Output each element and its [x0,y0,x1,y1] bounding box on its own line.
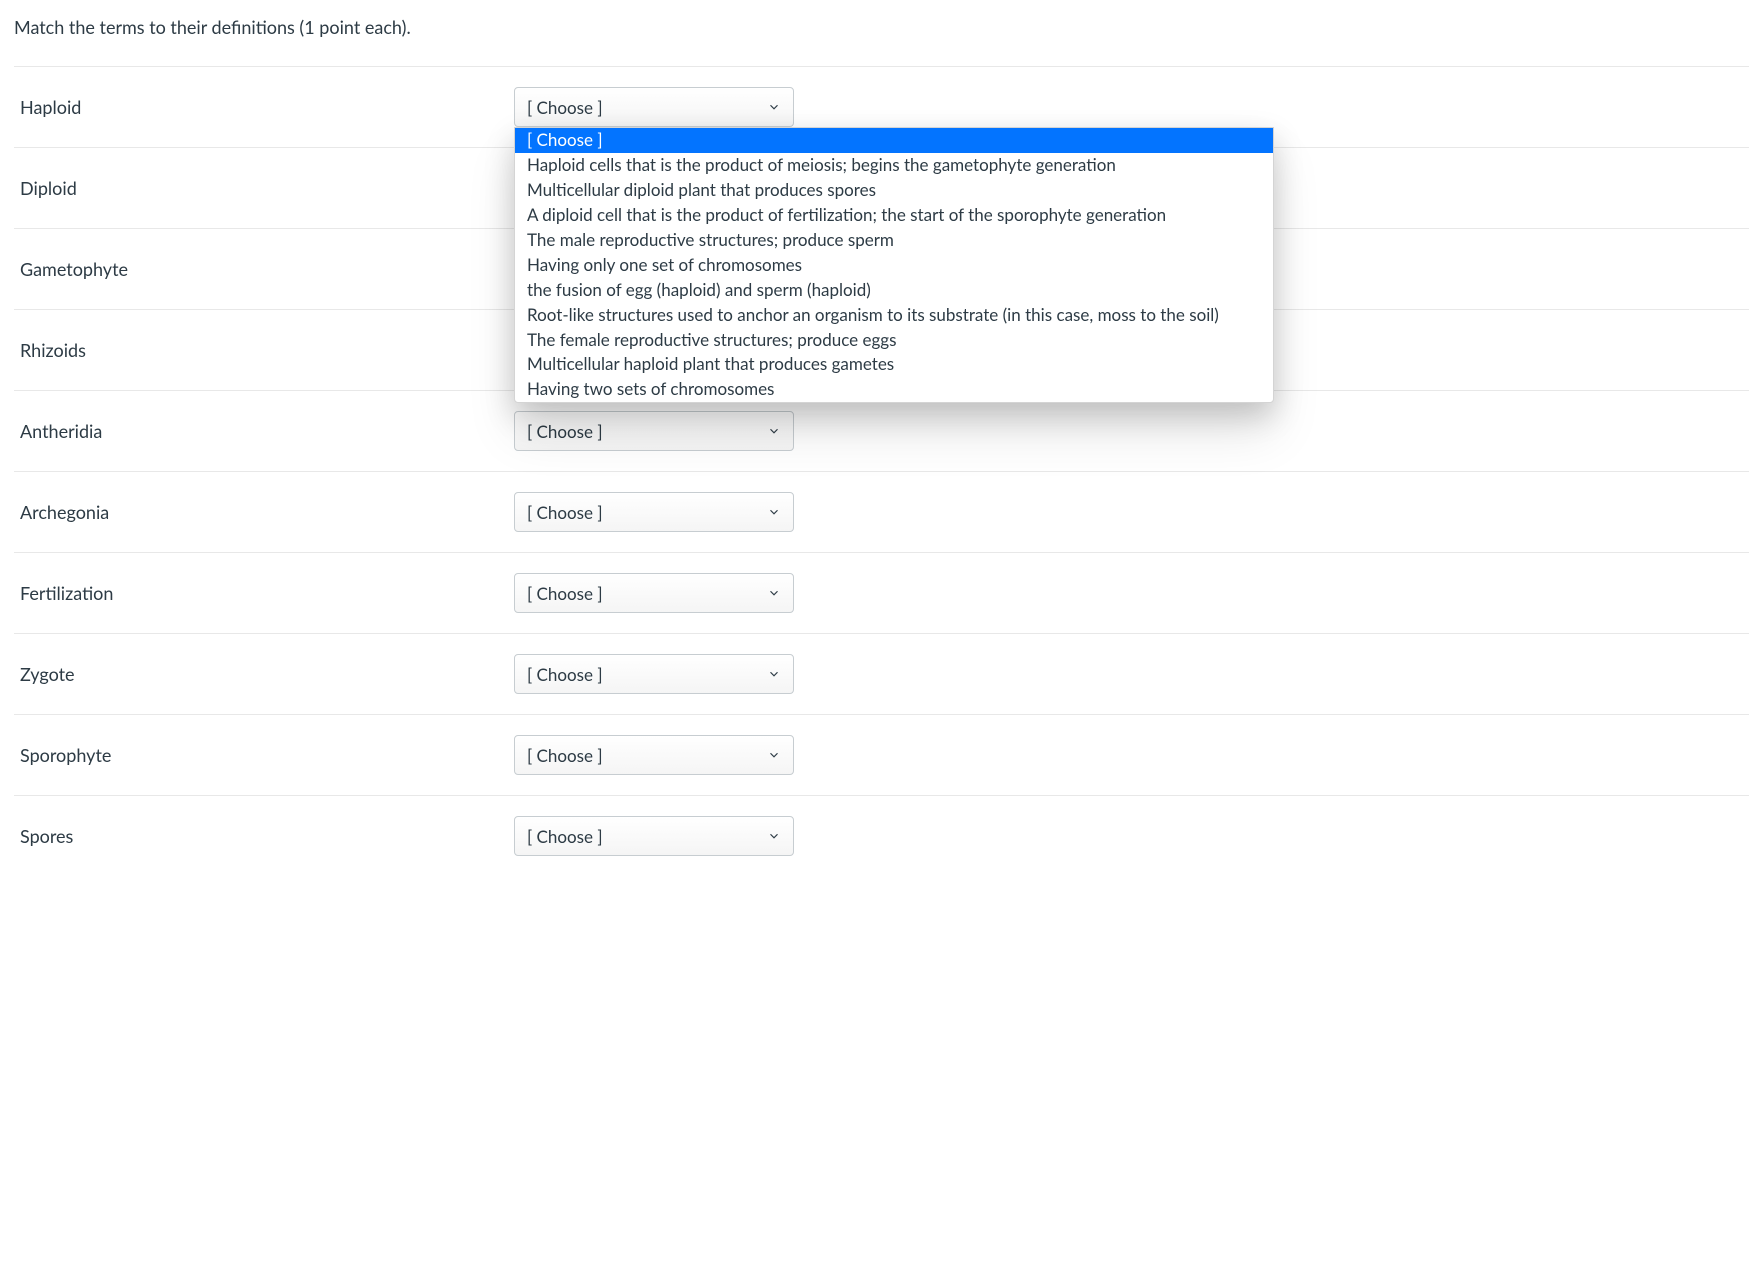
select-value: [ Choose ] [527,826,603,847]
term-label: Antheridia [14,420,514,442]
select-wrap: [ Choose ] [514,735,794,775]
select-wrap: [ Choose ] [514,573,794,613]
dropdown-option[interactable]: Root-like structures used to anchor an o… [515,303,1273,328]
dropdown-option[interactable]: Having only one set of chromosomes [515,253,1273,278]
term-label: Haploid [14,96,514,118]
dropdown-option[interactable]: Multicellular haploid plant that produce… [515,352,1273,377]
chevron-down-icon [767,748,781,762]
term-label: Gametophyte [14,258,514,280]
match-row-haploid: Haploid[ Choose ][ Choose ]Haploid cells… [14,66,1749,147]
dropdown-option[interactable]: The male reproductive structures; produc… [515,228,1273,253]
dropdown-option[interactable]: the fusion of egg (haploid) and sperm (h… [515,278,1273,303]
select-value: [ Choose ] [527,664,603,685]
select-wrap: [ Choose ] [514,492,794,532]
chevron-down-icon [767,829,781,843]
chevron-down-icon [767,100,781,114]
definition-select[interactable]: [ Choose ] [514,411,794,451]
term-label: Zygote [14,663,514,685]
chevron-down-icon [767,667,781,681]
term-label: Spores [14,825,514,847]
definition-dropdown[interactable]: [ Choose ]Haploid cells that is the prod… [514,127,1274,403]
match-row-zygote: Zygote [ Choose ] [14,633,1749,714]
definition-select[interactable]: [ Choose ] [514,816,794,856]
definition-select[interactable]: [ Choose ] [514,87,794,127]
term-label: Sporophyte [14,744,514,766]
definition-select[interactable]: [ Choose ] [514,573,794,613]
select-value: [ Choose ] [527,97,603,118]
match-row-fertilization: Fertilization [ Choose ] [14,552,1749,633]
chevron-down-icon [767,424,781,438]
chevron-down-icon [767,586,781,600]
dropdown-option[interactable]: Haploid cells that is the product of mei… [515,153,1273,178]
dropdown-option[interactable]: Multicellular diploid plant that produce… [515,178,1273,203]
term-label: Rhizoids [14,339,514,361]
select-wrap: [ Choose ] [514,816,794,856]
select-value: [ Choose ] [527,502,603,523]
select-value: [ Choose ] [527,421,603,442]
definition-select[interactable]: [ Choose ] [514,654,794,694]
select-wrap: [ Choose ] [514,411,794,451]
match-rows: Haploid[ Choose ][ Choose ]Haploid cells… [14,66,1749,876]
select-wrap: [ Choose ] [514,654,794,694]
term-label: Archegonia [14,501,514,523]
term-label: Diploid [14,177,514,199]
definition-select[interactable]: [ Choose ] [514,492,794,532]
chevron-down-icon [767,505,781,519]
term-label: Fertilization [14,582,514,604]
dropdown-option[interactable]: Having two sets of chromosomes [515,377,1273,402]
select-value: [ Choose ] [527,745,603,766]
select-value: [ Choose ] [527,583,603,604]
match-row-archegonia: Archegonia [ Choose ] [14,471,1749,552]
select-wrap: [ Choose ][ Choose ]Haploid cells that i… [514,87,794,127]
question-text: Match the terms to their definitions (1 … [14,16,1749,38]
dropdown-option[interactable]: The female reproductive structures; prod… [515,328,1273,353]
match-row-sporophyte: Sporophyte [ Choose ] [14,714,1749,795]
dropdown-option[interactable]: A diploid cell that is the product of fe… [515,203,1273,228]
dropdown-option[interactable]: [ Choose ] [515,128,1273,153]
dropdown-options: [ Choose ]Haploid cells that is the prod… [515,128,1273,402]
match-row-spores: Spores [ Choose ] [14,795,1749,876]
definition-select[interactable]: [ Choose ] [514,735,794,775]
